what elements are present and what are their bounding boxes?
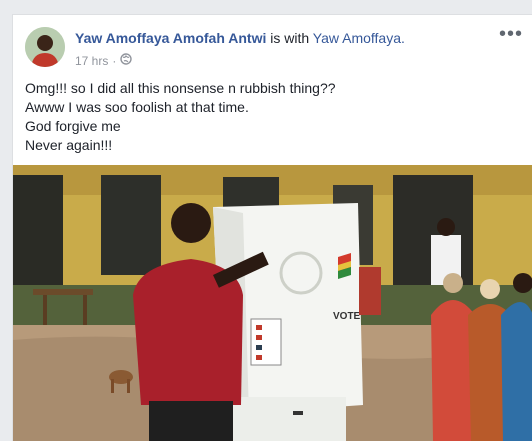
post-line: God forgive me (25, 118, 121, 134)
meta-separator: · (112, 53, 117, 68)
post-message: Omg!!! so I did all this nonsense n rubb… (25, 79, 336, 155)
avatar-image (25, 27, 65, 67)
post-line: Never again!!! (25, 137, 113, 153)
feed-background (0, 0, 532, 10)
post-header-line: Yaw Amoffaya Amofah Antwi is with Yaw Am… (75, 30, 405, 46)
globe-icon[interactable] (120, 53, 133, 68)
more-options-icon[interactable]: ••• (499, 24, 523, 44)
author-name-link[interactable]: Yaw Amoffaya Amofah Antwi (75, 30, 266, 46)
author-avatar[interactable] (25, 27, 65, 67)
ballot-screen-label: VOTE (333, 311, 361, 322)
tagged-user-link[interactable]: Yaw Amoffaya. (313, 30, 405, 46)
photo-image: VOTE (13, 165, 532, 441)
post-line: Awww I was soo foolish at that time. (25, 99, 249, 115)
post-timestamp[interactable]: 17 hrs (75, 54, 108, 68)
post-meta: 17 hrs · (75, 53, 133, 68)
post-card: Yaw Amoffaya Amofah Antwi is with Yaw Am… (12, 14, 532, 441)
post-photo[interactable]: VOTE (13, 165, 532, 441)
post-line: Omg!!! so I did all this nonsense n rubb… (25, 80, 336, 96)
with-text: is with (270, 30, 310, 46)
